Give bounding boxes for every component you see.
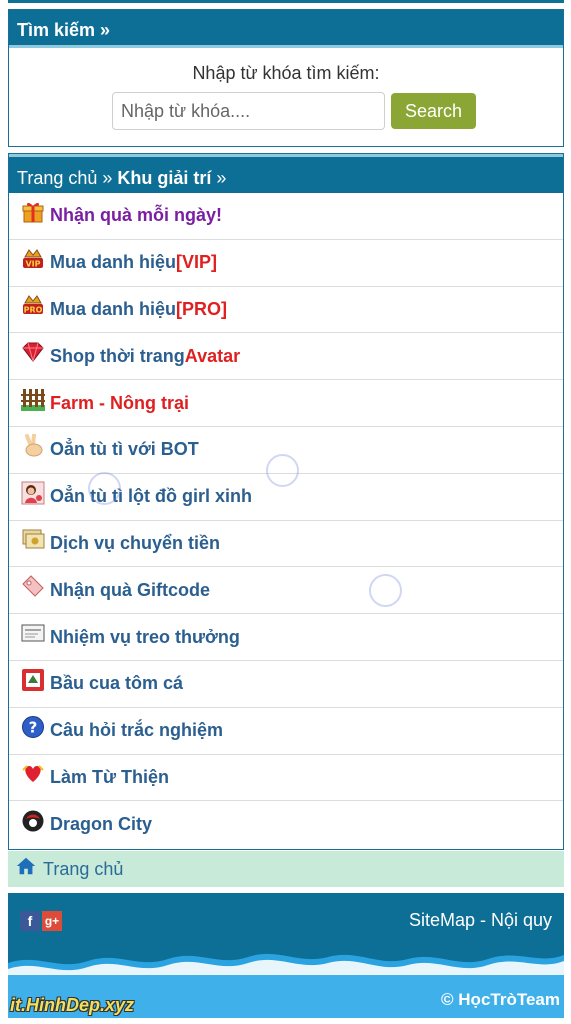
breadcrumb-current[interactable]: Khu giải trí xyxy=(117,168,211,188)
menu-item-label: Bầu cua tôm cá xyxy=(50,673,184,694)
menu-item-label: Shop thời trang xyxy=(50,345,185,366)
peace-hand-icon xyxy=(21,433,45,458)
menu-item-label: Làm Từ Thiện xyxy=(50,766,170,787)
search-button[interactable]: Search xyxy=(391,93,476,129)
search-input[interactable] xyxy=(112,92,385,130)
svg-text:PRO: PRO xyxy=(24,306,43,315)
breadcrumb-separator: » xyxy=(211,168,227,188)
home-label: Trang chủ xyxy=(43,858,124,879)
girl-avatar-icon xyxy=(21,481,45,505)
menu-item-fashion-shop[interactable]: Shop thời trang Avatar xyxy=(9,333,563,381)
menu-item-label: Dịch vụ chuyển tiền xyxy=(50,532,221,553)
menu-item-buy-pro[interactable]: PRO Mua danh hiệu [PRO] xyxy=(9,287,563,334)
footer: f g+ SiteMap - Nội quy it.HinhDep.xyz © … xyxy=(8,893,564,1018)
search-panel: Tìm kiếm » Nhập từ khóa tìm kiếm: Search xyxy=(8,9,564,147)
menu-item-label: Mua danh hiệu xyxy=(50,298,176,319)
search-row: Search xyxy=(9,92,563,130)
pro-badge-icon: PRO xyxy=(21,293,45,317)
watermark-text: it.HinhDep.xyz xyxy=(10,995,135,1015)
ruby-icon xyxy=(21,340,45,364)
footer-top: f g+ SiteMap - Nội quy xyxy=(8,893,564,948)
touch-ripple xyxy=(266,454,299,487)
google-plus-icon[interactable]: g+ xyxy=(42,910,62,931)
menu-item-label: Oẳn tù tì lột đồ girl xinh xyxy=(50,486,252,507)
menu-item-quiz[interactable]: ? Câu hỏi trắc nghiệm xyxy=(9,708,563,755)
menu-item-label: Nhận quà Giftcode xyxy=(50,579,211,600)
dice-icon xyxy=(21,668,45,692)
menu-item-charity[interactable]: Làm Từ Thiện xyxy=(9,755,563,802)
menu-item-label: Nhận quà mỗi ngày! xyxy=(50,205,223,226)
menu-item-farm[interactable]: Farm - Nông trại xyxy=(9,380,563,427)
menu-item-dragon-city[interactable]: Dragon City xyxy=(9,801,563,848)
search-label: Nhập từ khóa tìm kiếm: xyxy=(192,63,380,83)
svg-text:VIP: VIP xyxy=(25,259,40,268)
menu-item-daily-gift[interactable]: Nhận quà mỗi ngày! xyxy=(9,193,563,240)
home-icon xyxy=(14,854,38,878)
menu-item-label: Câu hỏi trắc nghiệm xyxy=(50,720,224,741)
menu-item-money-transfer[interactable]: Dịch vụ chuyển tiền xyxy=(9,521,563,568)
touch-ripple xyxy=(369,574,402,607)
dragon-icon xyxy=(21,809,45,833)
menu-item-suffix: [VIP] xyxy=(176,252,218,273)
menu-item-suffix: [PRO] xyxy=(176,298,227,319)
home-link[interactable]: Trang chủ xyxy=(8,851,564,887)
social-links: f g+ xyxy=(20,910,62,931)
gift-icon xyxy=(21,200,45,224)
footer-links[interactable]: SiteMap - Nội quy xyxy=(409,910,552,931)
fence-icon xyxy=(21,387,45,412)
facebook-icon[interactable]: f xyxy=(20,910,40,931)
menu-item-bau-cua[interactable]: Bầu cua tôm cá xyxy=(9,661,563,708)
menu-item-suffix: Avatar xyxy=(184,345,241,366)
heart-icon xyxy=(21,761,45,785)
menu-item-label: Farm - Nông trại xyxy=(50,392,190,413)
menu-list: Nhận quà mỗi ngày! VIP Mua danh hiệu [VI… xyxy=(9,193,563,848)
tag-icon xyxy=(21,574,45,598)
menu-item-label: Oẳn tù tì với BOT xyxy=(50,439,199,460)
menu-item-buy-vip[interactable]: VIP Mua danh hiệu [VIP] xyxy=(9,240,563,287)
search-header: Tìm kiếm » xyxy=(9,10,563,48)
entertainment-menu: Trang chủ » Khu giải trí » Nhận quà mỗi … xyxy=(8,153,564,850)
question-icon: ? xyxy=(21,715,45,739)
copyright: © HọcTròTeam xyxy=(441,990,560,1009)
top-divider xyxy=(8,0,564,3)
card-icon xyxy=(21,621,45,645)
breadcrumb-home[interactable]: Trang chủ » xyxy=(17,168,112,188)
menu-item-label: Nhiệm vụ treo thưởng xyxy=(50,626,240,647)
menu-item-giftcode[interactable]: Nhận quà Giftcode xyxy=(9,567,563,615)
menu-item-label: Dragon City xyxy=(50,814,153,835)
menu-item-bounty-quest[interactable]: Nhiệm vụ treo thưởng xyxy=(9,614,563,661)
touch-ripple xyxy=(88,472,121,505)
menu-item-label: Mua danh hiệu xyxy=(50,252,176,273)
money-transfer-icon xyxy=(21,527,45,551)
breadcrumb: Trang chủ » Khu giải trí » xyxy=(9,154,563,193)
svg-text:?: ? xyxy=(29,718,38,736)
vip-badge-icon: VIP xyxy=(21,247,45,271)
